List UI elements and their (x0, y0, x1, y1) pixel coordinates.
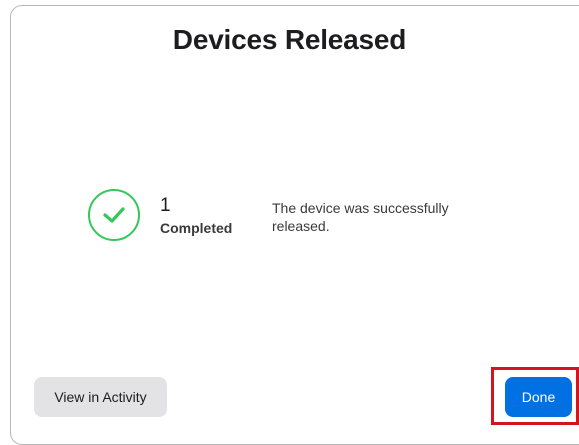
view-in-activity-button[interactable]: View in Activity (34, 377, 167, 417)
dialog-title: Devices Released (172, 24, 407, 55)
completed-label: Completed (160, 220, 233, 236)
completed-count: 1 (160, 195, 171, 216)
status-message: The device was successfully released. (272, 200, 449, 234)
done-button[interactable]: Done (505, 377, 572, 417)
checkmark-circle-icon (88, 189, 140, 241)
